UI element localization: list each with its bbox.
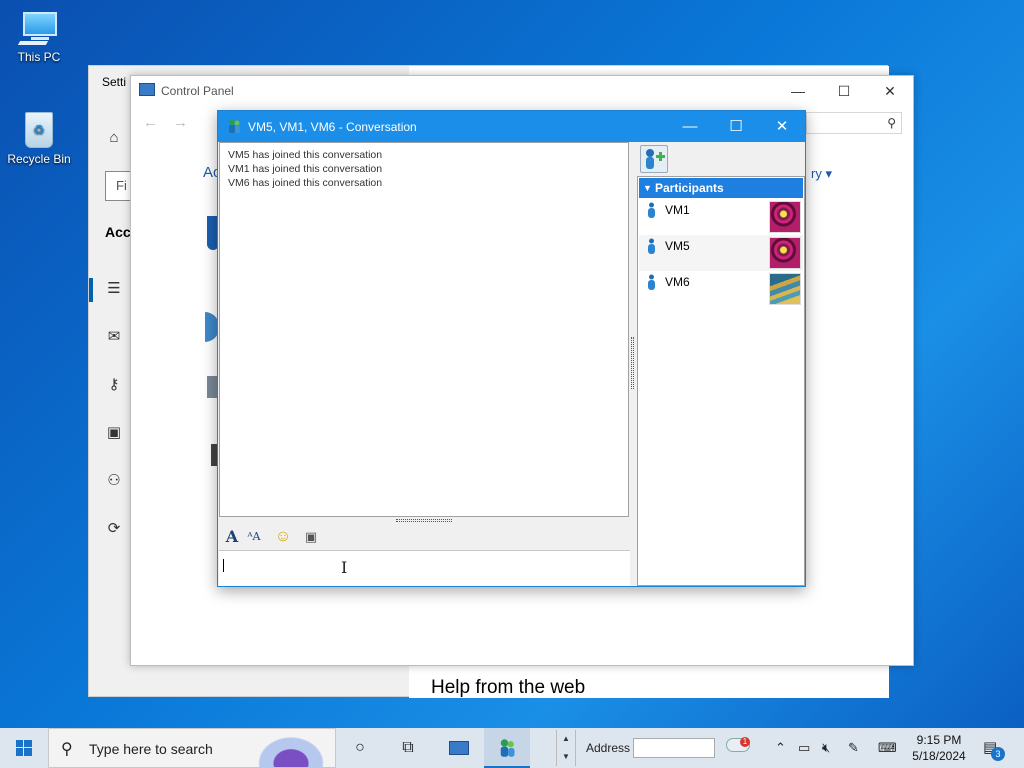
taskbar-search-box[interactable]: ⚲ Type here to search: [48, 728, 336, 768]
nav-selection-indicator: [89, 278, 93, 302]
participants-toolbar: [637, 142, 805, 176]
search-icon: ⚲: [887, 116, 896, 130]
desktop-icon-this-pc[interactable]: This PC: [1, 12, 77, 64]
participant-row[interactable]: VM6: [639, 271, 803, 307]
system-clock[interactable]: 9:15 PM 5/18/2024: [908, 732, 970, 764]
desktop-icon-label: Recycle Bin: [7, 152, 71, 166]
clock-date: 5/18/2024: [912, 749, 966, 763]
messenger-icon: [500, 739, 515, 757]
close-button[interactable]: ✕: [759, 111, 805, 142]
windows-icon: [16, 739, 32, 756]
show-hidden-icons-icon[interactable]: ⌃: [775, 740, 786, 756]
conversation-taskbar-button[interactable]: [484, 728, 530, 768]
key-icon[interactable]: ⚷: [105, 376, 123, 394]
volume-muted-icon[interactable]: 🔇︎: [822, 740, 830, 756]
back-icon[interactable]: ←: [143, 114, 158, 131]
text-color-icon[interactable]: ᴬA: [244, 527, 264, 547]
message-line: VM5 has joined this conversation: [228, 149, 383, 161]
address-toolbar-label: Address: [586, 741, 631, 755]
start-button[interactable]: [0, 728, 48, 768]
participants-header[interactable]: ▼ Participants: [639, 178, 803, 198]
address-input[interactable]: [633, 738, 715, 758]
participants-panel: ▼ Participants VM1 VM5 VM6: [637, 176, 805, 586]
settings-section-heading: Acc: [105, 224, 131, 240]
search-icon: ⚲: [61, 741, 73, 758]
message-line: VM1 has joined this conversation: [228, 163, 383, 175]
settings-title: Setti: [102, 75, 127, 89]
view-by-dropdown[interactable]: ry ▾: [811, 166, 832, 182]
user-status-icon: [648, 202, 655, 218]
text-caret: [223, 559, 224, 572]
messenger-icon: [229, 119, 240, 133]
weather-badge: 1: [740, 737, 750, 747]
user-status-icon: [648, 238, 655, 254]
search-placeholder: Type here to search: [89, 741, 213, 757]
close-button[interactable]: ✕: [867, 80, 913, 102]
emoticon-icon[interactable]: ☺: [273, 527, 293, 547]
vertical-splitter-handle[interactable]: [631, 337, 634, 389]
maximize-button[interactable]: ☐: [821, 80, 867, 102]
help-heading: Help from the web: [431, 677, 586, 698]
forward-icon[interactable]: →: [173, 114, 188, 131]
sync-icon[interactable]: ⟳: [105, 520, 123, 538]
user-status-icon: [648, 274, 655, 290]
add-contact-icon: [646, 149, 665, 169]
minimize-button[interactable]: —: [667, 111, 713, 142]
control-panel-taskbar-button[interactable]: [436, 728, 482, 768]
desktop-icon-recycle-bin[interactable]: ♻ Recycle Bin: [1, 108, 77, 166]
desktop-icon-label: This PC: [17, 50, 61, 64]
participants-header-label: Participants: [655, 181, 724, 195]
cortana-button[interactable]: ○: [337, 728, 383, 768]
control-panel-icon: [449, 740, 469, 755]
font-icon[interactable]: A: [222, 527, 242, 547]
invite-participant-button[interactable]: [640, 145, 668, 173]
message-history[interactable]: VM5 has joined this conversation VM1 has…: [219, 142, 629, 517]
keyboard-icon[interactable]: ⌨: [878, 740, 897, 756]
control-panel-icon: [139, 83, 155, 96]
conversation-window: VM5, VM1, VM6 - Conversation — ☐ ✕ VM5 h…: [217, 110, 806, 587]
format-toolbar: A ᴬA ☺ ▣: [219, 525, 629, 549]
network-icon[interactable]: ▭: [798, 740, 810, 756]
message-input[interactable]: I: [219, 550, 630, 586]
participant-row[interactable]: VM5: [639, 235, 803, 271]
search-highlight-image: [251, 731, 331, 767]
participant-name: VM5: [665, 239, 690, 253]
participant-row[interactable]: VM1: [639, 199, 803, 235]
conversation-title: VM5, VM1, VM6 - Conversation: [248, 120, 417, 134]
taskbar: ⚲ Type here to search ○ ⧉ ▲ ▼ Address 1 ⌃…: [0, 728, 1024, 768]
pen-icon[interactable]: ✎: [848, 740, 859, 756]
message-line: VM6 has joined this conversation: [228, 177, 383, 189]
home-icon[interactable]: ⌂: [105, 129, 123, 147]
avatar: [769, 201, 801, 233]
avatar: [769, 237, 801, 269]
recycle-bin-icon: ♻: [22, 108, 56, 148]
mail-icon[interactable]: ✉: [105, 328, 123, 346]
participant-name: VM1: [665, 203, 690, 217]
clock-time: 9:15 PM: [916, 733, 962, 747]
horizontal-splitter-handle[interactable]: [396, 519, 452, 522]
avatar: [769, 273, 801, 305]
text-cursor-icon: I: [341, 558, 348, 577]
participant-name: VM6: [665, 275, 690, 289]
account-info-icon[interactable]: ☰: [105, 280, 123, 298]
conversation-titlebar[interactable]: VM5, VM1, VM6 - Conversation — ☐ ✕: [218, 111, 805, 142]
task-view-button[interactable]: ⧉: [385, 728, 431, 768]
collapse-triangle-icon: ▼: [643, 183, 652, 193]
maximize-button[interactable]: ☐: [713, 111, 759, 142]
toolbar-scroll-arrows[interactable]: ▲ ▼: [556, 730, 576, 766]
computer-icon: [17, 12, 59, 46]
add-person-icon[interactable]: ⚇: [105, 472, 123, 490]
control-panel-search[interactable]: ⚲: [806, 112, 902, 134]
notification-count-badge: 3: [991, 747, 1005, 761]
control-panel-title: Control Panel: [161, 84, 234, 98]
briefcase-icon[interactable]: ▣: [105, 424, 123, 442]
save-icon[interactable]: ▣: [301, 527, 321, 547]
minimize-button[interactable]: —: [775, 80, 821, 102]
